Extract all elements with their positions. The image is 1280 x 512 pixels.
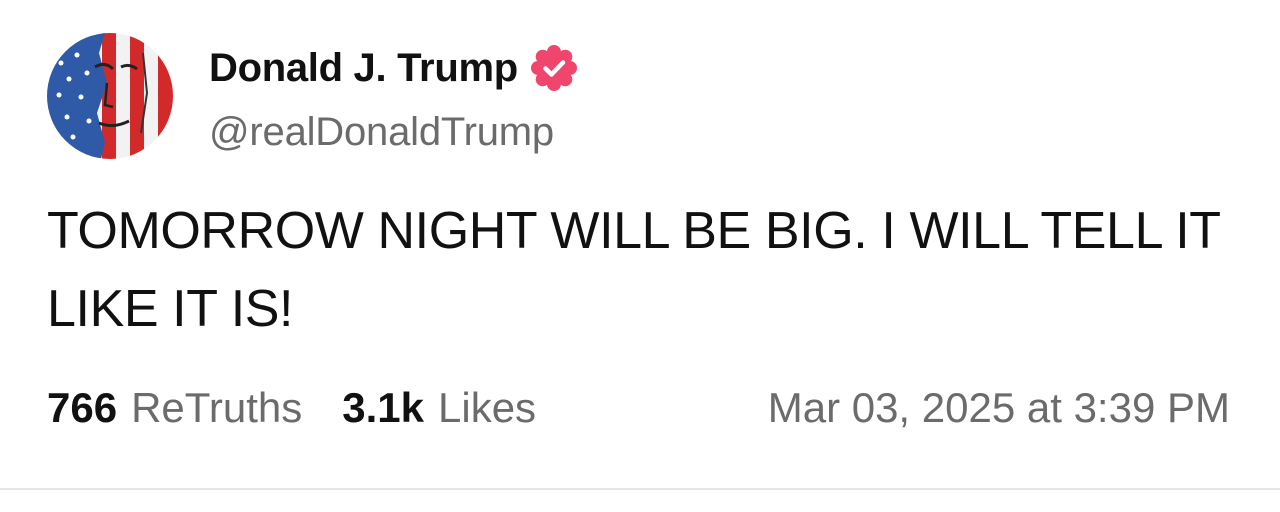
author-display-name[interactable]: Donald J. Trump — [209, 46, 518, 91]
likes-count: 3.1k — [342, 384, 424, 431]
author-handle[interactable]: @realDonaldTrump — [209, 110, 554, 155]
divider — [0, 488, 1280, 490]
post-timestamp[interactable]: Mar 03, 2025 at 3:39 PM — [768, 380, 1230, 436]
flag-portrait-icon — [47, 33, 173, 159]
retruths-stat[interactable]: 766 ReTruths — [47, 384, 302, 432]
avatar[interactable] — [47, 33, 173, 159]
likes-label: Likes — [438, 384, 537, 431]
retruths-label: ReTruths — [131, 384, 303, 431]
post-text: TOMORROW NIGHT WILL BE BIG. I WILL TELL … — [47, 202, 1220, 338]
post-card: Donald J. Trump @realDonaldTrump TOMORRO… — [0, 0, 1280, 512]
verified-badge-icon — [530, 45, 577, 91]
likes-stat[interactable]: 3.1k Likes — [342, 384, 536, 432]
author-name-row[interactable]: Donald J. Trump — [209, 45, 578, 91]
post-stats: 766 ReTruths 3.1k Likes — [47, 380, 536, 436]
retruths-count: 766 — [47, 384, 118, 431]
